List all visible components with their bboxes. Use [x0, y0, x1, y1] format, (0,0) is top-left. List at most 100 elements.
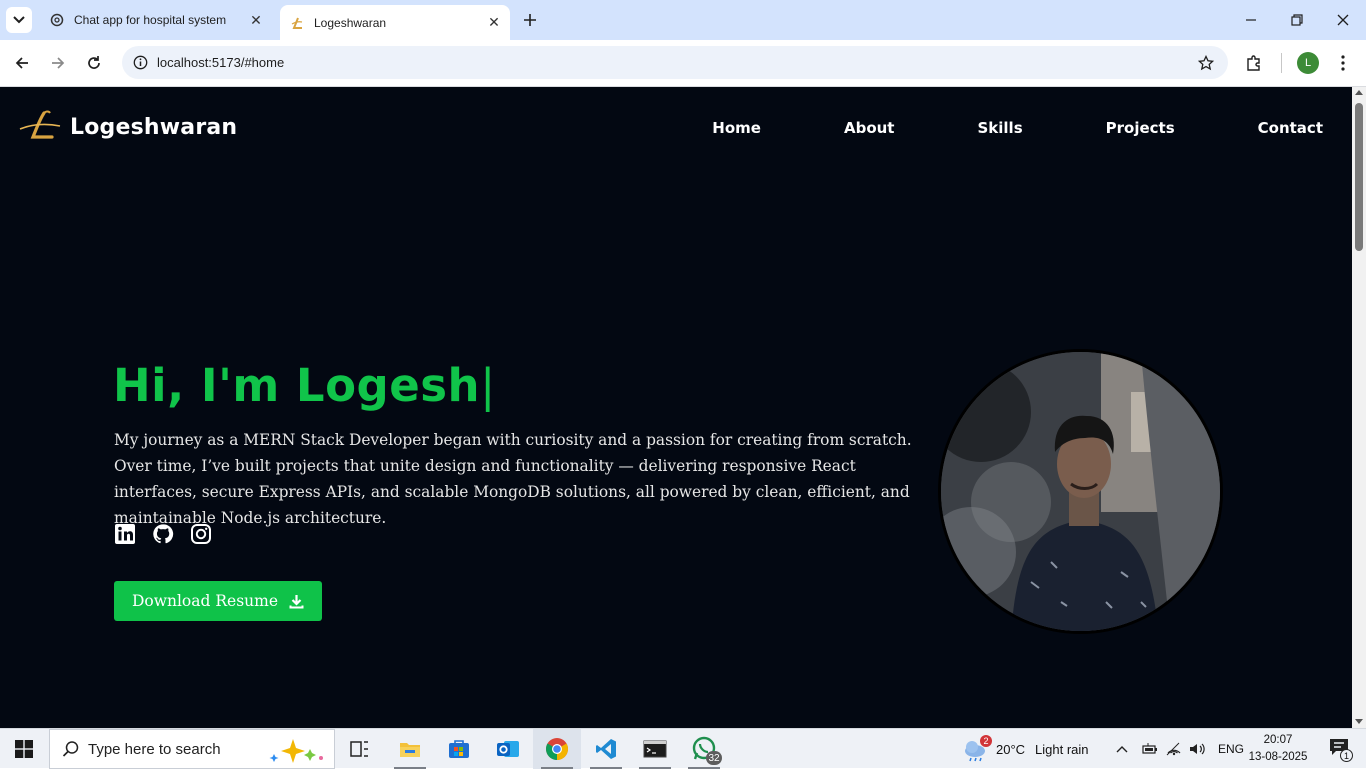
arrow-left-icon	[15, 57, 28, 69]
tab-chat-app[interactable]: Chat app for hospital system ✕	[40, 0, 272, 40]
restore-icon	[1291, 14, 1303, 26]
chevron-down-icon	[13, 16, 25, 24]
scrollbar-thumb[interactable]	[1355, 103, 1363, 251]
bookmark-star-icon[interactable]	[1196, 53, 1216, 73]
nav-contact[interactable]: Contact	[1258, 119, 1323, 137]
terminal-icon	[643, 740, 667, 758]
new-tab-button[interactable]	[518, 8, 542, 32]
profile-avatar[interactable]: L	[1297, 52, 1319, 74]
browser-tab-strip: Chat app for hospital system ✕ Logeshwar…	[0, 0, 1366, 40]
chrome-menu-button[interactable]	[1329, 49, 1357, 77]
download-icon	[288, 593, 304, 609]
reload-button[interactable]	[80, 49, 108, 77]
typing-caret: |	[480, 359, 496, 412]
microsoft-store-button[interactable]	[435, 729, 483, 769]
hero-title: Hi, I'm Logesh|	[113, 359, 496, 412]
browser-toolbar: localhost:5173/#home	[0, 40, 1366, 87]
page-scrollbar[interactable]	[1352, 87, 1366, 728]
chevron-up-icon[interactable]	[1114, 745, 1130, 753]
tab-title: Logeshwaran	[314, 15, 387, 30]
hero-title-text: Hi, I'm Logesh	[113, 359, 481, 412]
scroll-up-arrow-icon[interactable]	[1355, 90, 1363, 95]
github-icon[interactable]	[152, 523, 174, 545]
site-logo-icon	[289, 15, 305, 31]
nav-about[interactable]: About	[844, 119, 895, 137]
search-icon	[62, 740, 80, 758]
task-view-button[interactable]	[336, 729, 384, 769]
openai-icon	[49, 12, 65, 28]
store-icon	[449, 740, 469, 758]
forward-button[interactable]	[44, 49, 72, 77]
weather-widget[interactable]: 2 20°C Light rain	[962, 729, 1089, 769]
profile-photo	[938, 349, 1223, 634]
minimize-icon	[1246, 19, 1256, 21]
folder-icon	[400, 743, 420, 757]
nav-skills[interactable]: Skills	[977, 119, 1022, 137]
vscode-button[interactable]	[582, 729, 630, 769]
nav-projects[interactable]: Projects	[1106, 119, 1175, 137]
wifi-icon[interactable]	[1162, 742, 1186, 756]
outlook-icon	[497, 741, 519, 757]
terminal-button[interactable]	[631, 729, 679, 769]
scroll-down-arrow-icon[interactable]	[1355, 719, 1363, 724]
weather-temp: 20°C	[996, 741, 1026, 757]
url-text[interactable]: localhost:5173/#home	[157, 55, 284, 70]
input-language[interactable]: ENG	[1218, 742, 1244, 756]
page-viewport: Logeshwaran Home About Skills Projects C…	[0, 87, 1352, 728]
social-links	[114, 523, 228, 545]
notification-icon: 1	[1329, 738, 1353, 762]
minimize-button[interactable]	[1228, 0, 1274, 40]
weather-condition: Light rain	[1035, 741, 1089, 757]
tab-logeshwaran[interactable]: Logeshwaran ✕	[280, 5, 510, 40]
brand-logo-icon	[19, 110, 61, 139]
restore-button[interactable]	[1274, 0, 1320, 40]
chrome-taskbar-button[interactable]	[533, 729, 581, 769]
windows-logo-icon	[15, 740, 33, 758]
nav-home[interactable]: Home	[712, 119, 761, 137]
battery-icon[interactable]	[1138, 743, 1162, 755]
system-tray: ENG	[1114, 729, 1244, 769]
download-resume-button[interactable]: Download Resume	[114, 581, 322, 621]
whatsapp-button[interactable]: 32	[680, 729, 728, 769]
rain-cloud-icon: 2	[962, 735, 992, 763]
reload-icon	[88, 56, 100, 69]
instagram-icon[interactable]	[190, 523, 212, 545]
address-bar[interactable]: localhost:5173/#home	[122, 46, 1228, 79]
main-nav: Home About Skills Projects Contact	[712, 119, 1323, 137]
whatsapp-unread-badge: 32	[706, 751, 722, 765]
brand-name: Logeshwaran	[70, 114, 238, 140]
search-placeholder: Type here to search	[88, 740, 221, 758]
puzzle-icon	[1247, 55, 1260, 71]
extensions-button[interactable]	[1240, 49, 1268, 77]
file-explorer-button[interactable]	[386, 729, 434, 769]
tab-search-button[interactable]	[6, 7, 32, 33]
taskbar-clock[interactable]: 20:07 13-08-2025	[1243, 732, 1313, 766]
notification-center-button[interactable]: 1	[1320, 729, 1360, 769]
close-window-button[interactable]	[1320, 0, 1366, 40]
download-resume-label: Download Resume	[131, 592, 279, 610]
info-icon[interactable]	[132, 54, 149, 71]
hero-description: My journey as a MERN Stack Developer beg…	[114, 431, 912, 527]
brand[interactable]: Logeshwaran	[18, 109, 237, 145]
tab-title: Chat app for hospital system	[74, 13, 227, 27]
plus-icon	[524, 14, 536, 26]
volume-icon[interactable]	[1186, 742, 1210, 756]
more-vertical-icon	[1341, 55, 1345, 71]
close-icon[interactable]: ✕	[484, 13, 504, 33]
outlook-button[interactable]	[484, 729, 532, 769]
start-button[interactable]	[0, 729, 48, 769]
chrome-icon	[546, 738, 568, 760]
back-button[interactable]	[8, 49, 36, 77]
windows-taskbar: Type here to search 32 2 20°C Light rain…	[0, 728, 1366, 769]
close-icon[interactable]: ✕	[246, 10, 266, 30]
taskbar-search[interactable]: Type here to search	[49, 729, 335, 769]
linkedin-icon[interactable]	[114, 523, 136, 545]
notification-count-badge: 1	[1340, 749, 1353, 762]
weather-alert-badge: 2	[980, 735, 992, 747]
toolbar-divider	[1281, 53, 1282, 73]
task-view-icon	[350, 741, 368, 757]
close-icon	[1337, 14, 1349, 26]
clock-time: 20:07	[1263, 734, 1293, 746]
copilot-sparkle-icon[interactable]	[266, 736, 326, 764]
arrow-right-icon	[52, 57, 65, 69]
